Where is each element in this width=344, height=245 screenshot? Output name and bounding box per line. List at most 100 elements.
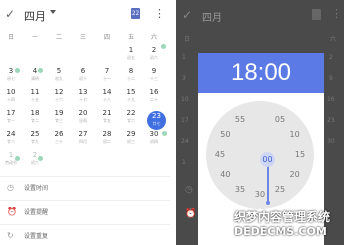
clock-icon: ◷ <box>185 185 193 195</box>
weekday-label: 六 <box>330 36 337 43</box>
day-number[interactable]: 9 <box>143 67 165 75</box>
day-number[interactable]: 7 <box>96 67 118 75</box>
day-number[interactable]: 19 <box>48 109 70 117</box>
top-bar: ✓ 四月 22 ⋮ <box>0 0 170 30</box>
day-number[interactable]: 27 <box>72 130 94 138</box>
weekday-label: 二 <box>55 34 62 41</box>
day-lunar: 廿一 <box>7 118 15 123</box>
weekday-label: 日 <box>7 34 14 41</box>
check-icon: ✓ <box>182 8 193 22</box>
day-number[interactable]: 5 <box>48 67 70 75</box>
watermark-line-2: DEDECMS.COM <box>234 225 327 238</box>
day-number[interactable]: 1 <box>120 46 142 54</box>
day-lunar: 廿五 <box>103 118 111 123</box>
day-lunar: 清明 <box>31 76 39 81</box>
day-lunar: 初二 <box>103 139 111 144</box>
day-lunar: 三十 <box>55 139 63 144</box>
event-dot <box>161 44 166 49</box>
dial-tick[interactable]: 05 <box>270 115 290 124</box>
day-number[interactable]: 17 <box>0 109 22 117</box>
day-number: 16 <box>327 96 335 103</box>
dial-tick[interactable]: 10 <box>285 130 305 139</box>
option-label: 设置提醒 <box>24 209 49 216</box>
day-lunar: 十七 <box>79 97 87 102</box>
more-icon[interactable]: ⋮ <box>154 7 165 20</box>
dial-tick[interactable]: 40 <box>215 170 235 179</box>
day-lunar: 初三 <box>127 139 135 144</box>
day-number[interactable]: 28 <box>96 130 118 138</box>
day-lunar: 十二 <box>127 76 135 81</box>
month-title[interactable]: 四月 <box>24 8 46 24</box>
weekday-label: 一 <box>31 34 38 41</box>
dial-tick[interactable]: 45 <box>210 150 230 159</box>
day-number: 17 <box>181 117 189 124</box>
day-lunar: 廿二 <box>31 118 39 123</box>
dial-tick[interactable]: 50 <box>215 130 235 139</box>
day-number[interactable]: 15 <box>120 88 142 96</box>
day-number[interactable]: 29 <box>120 130 142 138</box>
day-number[interactable]: 24 <box>0 130 22 138</box>
dial-tick[interactable]: 35 <box>230 185 250 194</box>
option-repeat[interactable]: ↻ 设置重复 <box>0 224 170 245</box>
time-header: 18:00 <box>198 53 324 93</box>
chevron-down-icon[interactable] <box>50 10 56 14</box>
dial-tick[interactable]: 15 <box>290 150 310 159</box>
dial-selected-value: 00 <box>262 155 273 164</box>
option-label: 设置时间 <box>24 185 49 192</box>
day-lunar: 初五 <box>127 55 135 60</box>
event-dot <box>162 131 167 136</box>
day-number[interactable]: 12 <box>48 88 70 96</box>
day-number[interactable]: 22 <box>120 109 142 117</box>
day-lunar: 谷雨 <box>79 118 87 123</box>
option-time[interactable]: ◷ 设置时间 <box>0 176 170 199</box>
dial-center <box>266 201 270 205</box>
day-lunar: 十六 <box>55 97 63 102</box>
day-number[interactable]: 18 <box>24 109 46 117</box>
clock-icon: ◷ <box>7 183 14 192</box>
day-lunar: 十一 <box>103 76 111 81</box>
event-dot <box>15 68 20 73</box>
selected-day-number[interactable]: 23 <box>147 112 166 120</box>
calendar-today-icon[interactable]: 22 <box>131 8 140 19</box>
day-number[interactable]: 13 <box>72 88 94 96</box>
day-number[interactable]: 25 <box>24 130 46 138</box>
day-lunar: 初十 <box>79 76 87 81</box>
day-lunar: 初四 <box>150 139 158 144</box>
dial-tick[interactable]: 55 <box>230 115 250 124</box>
day-number[interactable]: 14 <box>96 88 118 96</box>
day-number[interactable]: 6 <box>72 67 94 75</box>
event-dot <box>38 68 43 73</box>
day-number[interactable]: 11 <box>24 88 46 96</box>
event-dot <box>15 156 20 161</box>
weekday-label: 六 <box>150 34 157 41</box>
selected-time[interactable]: 18:00 <box>198 59 324 87</box>
day-number[interactable]: 10 <box>0 88 22 96</box>
day-lunar: 廿九 <box>31 139 39 144</box>
alarm-icon: ⏰ <box>7 207 17 216</box>
day-number: 1 <box>182 54 186 61</box>
more-icon: ⋮ <box>331 7 342 20</box>
day-lunar: 劳动节 <box>5 160 17 165</box>
day-lunar: 廿三 <box>55 118 63 123</box>
day-number: 9 <box>329 75 333 82</box>
day-number: 23 <box>327 117 335 124</box>
day-number[interactable]: 8 <box>120 67 142 75</box>
weekday-label: 日 <box>184 36 191 43</box>
day-lunar: 初九 <box>55 76 63 81</box>
day-number[interactable]: 21 <box>96 109 118 117</box>
repeat-icon: ↻ <box>7 231 14 240</box>
top-bar-dimmed: ✓ 四月 ⋮ <box>176 0 344 30</box>
dial-tick[interactable]: 20 <box>285 170 305 179</box>
check-icon[interactable]: ✓ <box>5 7 15 21</box>
option-reminder[interactable]: ⏰ 设置提醒 <box>0 200 170 223</box>
day-number[interactable]: 26 <box>48 130 70 138</box>
watermark-line-1: 织梦内容管理系统 <box>234 210 331 224</box>
day-number[interactable]: 16 <box>143 88 165 96</box>
selected-day-lunar: 廿七 <box>152 121 161 126</box>
minute-dial[interactable]: 05 10 15 20 25 30 35 40 45 50 55 00 <box>206 101 314 209</box>
day-number[interactable]: 20 <box>72 109 94 117</box>
option-label: 设置重复 <box>24 233 49 240</box>
day-number: 3 <box>182 75 186 82</box>
alarm-icon: ⏰ <box>185 209 197 219</box>
dial-tick[interactable]: 25 <box>270 185 290 194</box>
